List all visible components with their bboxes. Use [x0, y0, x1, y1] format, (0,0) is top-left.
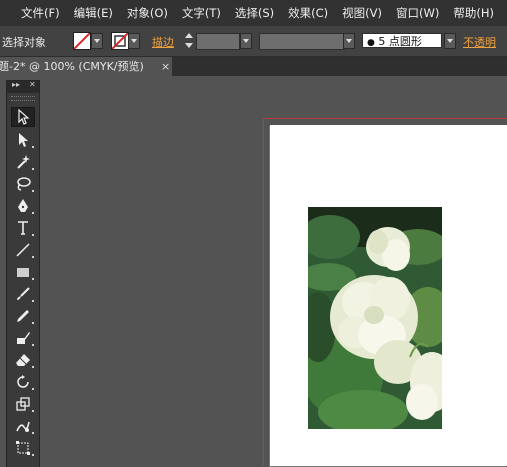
menu-effect[interactable]: 效果(C) [281, 0, 335, 26]
blob-brush-icon [17, 332, 30, 344]
brush-dot-icon: ● [367, 38, 375, 48]
document-tab-title: 标题-2* @ 100% (CMYK/预览) [0, 60, 144, 73]
stroke-swatch[interactable] [111, 32, 129, 50]
magic-wand-icon [17, 155, 30, 169]
collapse-panel-icon[interactable]: ▸▸ [12, 80, 20, 89]
tools-panel-header[interactable]: ▸▸ ✕ [7, 80, 39, 93]
jasmine-photo [308, 207, 442, 429]
menu-view[interactable]: 视图(V) [335, 0, 389, 26]
menu-window[interactable]: 窗口(W) [389, 0, 446, 26]
scale-icon [16, 397, 30, 411]
type-t-icon [18, 221, 28, 235]
lasso-tool[interactable] [11, 174, 35, 194]
selection-status-label: 选择对象 [2, 36, 46, 49]
direct-selection-arrow-icon [19, 133, 28, 147]
selection-tool[interactable] [11, 107, 35, 127]
paintbrush-icon [17, 287, 30, 300]
close-panel-icon[interactable]: ✕ [29, 80, 36, 89]
fill-swatch[interactable] [73, 32, 91, 50]
menu-type[interactable]: 文字(T) [175, 0, 228, 26]
warp-tool[interactable] [11, 416, 35, 436]
menu-file[interactable]: 文件(F) [14, 0, 67, 26]
eraser-tool[interactable] [11, 350, 35, 370]
menu-edit[interactable]: 编辑(E) [67, 0, 120, 26]
eraser-icon [16, 354, 30, 366]
spinner-up-icon[interactable] [185, 33, 193, 38]
variable-width-profile-field[interactable] [259, 33, 345, 50]
rectangle-tool[interactable] [11, 262, 35, 282]
stroke-weight-field[interactable] [196, 33, 240, 50]
profile-dropdown-arrow[interactable] [343, 33, 355, 49]
document-tab-bar: 标题-2* @ 100% (CMYK/预览) × [0, 57, 507, 76]
stroke-dropdown-arrow[interactable] [128, 33, 140, 49]
menu-object[interactable]: 对象(O) [120, 0, 175, 26]
scale-tool[interactable] [11, 394, 35, 414]
rotate-tool[interactable] [11, 372, 35, 392]
stroke-weight-dropdown-arrow[interactable] [240, 33, 252, 49]
panel-grip[interactable] [11, 96, 35, 101]
type-tool[interactable] [11, 218, 35, 238]
document-tab[interactable]: 标题-2* @ 100% (CMYK/预览) × [0, 57, 172, 76]
spinner-down-icon[interactable] [185, 43, 193, 48]
lasso-icon [17, 177, 31, 191]
direct-selection-tool[interactable] [11, 130, 35, 150]
stroke-panel-link[interactable]: 描边 [152, 34, 174, 50]
free-transform-tool[interactable] [11, 438, 35, 458]
rotate-icon [17, 375, 29, 388]
brush-definition-value: 5 点圆形 [378, 35, 422, 48]
pen-nib-icon [18, 199, 28, 212]
menu-select[interactable]: 选择(S) [228, 0, 281, 26]
opacity-panel-link[interactable]: 不透明 [463, 34, 496, 50]
pen-tool[interactable] [11, 196, 35, 216]
selection-arrow-icon [18, 109, 30, 125]
stroke-weight-spinner[interactable] [184, 32, 194, 50]
close-tab-icon[interactable]: × [161, 57, 170, 76]
pencil-icon [17, 310, 29, 322]
rectangle-icon [17, 268, 29, 277]
paintbrush-tool[interactable] [11, 284, 35, 304]
blob-brush-tool[interactable] [11, 328, 35, 348]
placed-jasmine-image[interactable] [308, 207, 442, 429]
menu-help[interactable]: 帮助(H) [446, 0, 501, 26]
warp-icon [16, 421, 30, 432]
line-segment-tool[interactable] [11, 240, 35, 260]
none-stroke-icon [112, 33, 128, 49]
control-bar: 选择对象 描边 ● 5 点圆形 不透明 [0, 26, 507, 57]
line-segment-icon [16, 243, 30, 257]
none-fill-icon [74, 33, 90, 49]
menu-bar: 文件(F) 编辑(E) 对象(O) 文字(T) 选择(S) 效果(C) 视图(V… [0, 0, 507, 26]
brush-definition-field[interactable]: ● 5 点圆形 [362, 33, 442, 48]
menu-items: 文件(F) 编辑(E) 对象(O) 文字(T) 选择(S) 效果(C) 视图(V… [14, 0, 501, 26]
tools-panel: ▸▸ ✕ [6, 80, 40, 467]
pencil-tool[interactable] [11, 306, 35, 326]
magic-wand-tool[interactable] [11, 152, 35, 172]
free-transform-icon [16, 441, 30, 455]
brush-dropdown-arrow[interactable] [444, 33, 456, 49]
fill-dropdown-arrow[interactable] [91, 33, 103, 49]
